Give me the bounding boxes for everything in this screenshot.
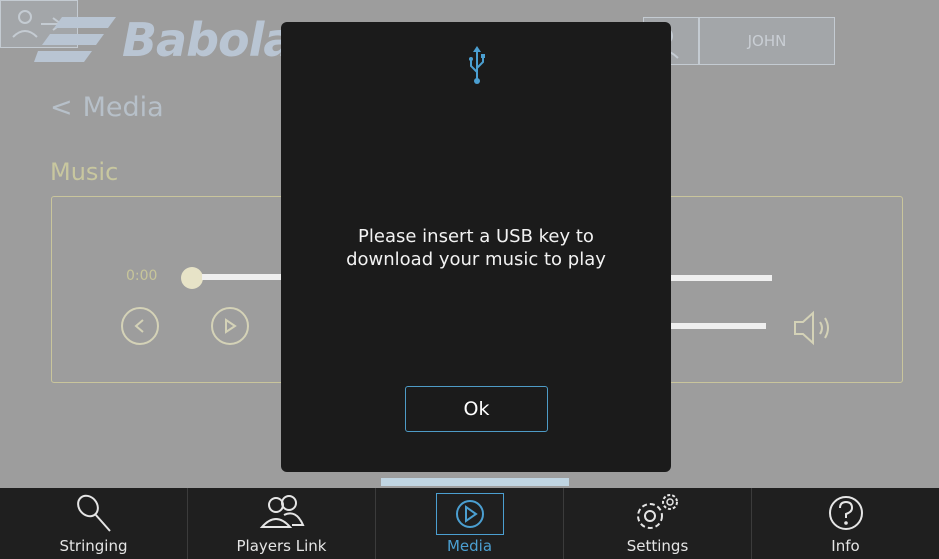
chevron-left-icon <box>134 319 144 333</box>
tab-label: Media <box>446 537 493 555</box>
back-button[interactable]: < Media <box>50 92 164 123</box>
previous-button[interactable] <box>121 307 159 345</box>
help-icon <box>828 496 863 530</box>
dialog-message-line1: Please insert a USB key to <box>358 226 594 247</box>
volume-slider[interactable] <box>670 323 766 329</box>
tab-media[interactable]: Media <box>376 488 564 559</box>
tab-stringing[interactable]: Stringing <box>0 488 188 559</box>
dialog-message-line2: download your music to play <box>346 249 606 270</box>
page-indicator <box>381 478 569 486</box>
elapsed-time: 0:00 <box>126 268 158 284</box>
tab-label: Settings <box>626 537 689 555</box>
gears-icon <box>636 494 678 529</box>
seek-track-end[interactable] <box>670 275 772 281</box>
tab-settings[interactable]: Settings <box>564 488 752 559</box>
play-button[interactable] <box>211 307 249 345</box>
seek-track[interactable] <box>202 274 282 280</box>
speaker-icon[interactable] <box>792 309 838 347</box>
user-name-field[interactable]: JOHN <box>699 17 835 65</box>
bottom-tab-bar: Stringing Players Link Media Settings In… <box>0 488 939 559</box>
tab-info[interactable]: Info <box>752 488 939 559</box>
usb-icon <box>469 46 485 84</box>
players-icon <box>259 495 305 528</box>
section-title: Music <box>50 158 119 186</box>
media-icon-frame <box>435 493 504 535</box>
chevron-left-icon: < <box>50 92 73 123</box>
tab-label: Stringing <box>59 537 128 555</box>
racket-icon <box>76 494 111 532</box>
tab-label: Players Link <box>236 537 327 555</box>
tab-players-link[interactable]: Players Link <box>188 488 376 559</box>
brand-logo: Babolat <box>34 12 315 68</box>
play-icon <box>455 500 484 528</box>
ok-button[interactable]: Ok <box>405 386 548 432</box>
tab-label: Info <box>831 537 860 555</box>
seek-knob[interactable] <box>181 267 203 289</box>
babolat-logo-icon <box>34 17 116 62</box>
back-label: Media <box>82 92 164 123</box>
usb-dialog: Please insert a USB key to download your… <box>281 22 671 472</box>
play-icon <box>225 318 237 334</box>
